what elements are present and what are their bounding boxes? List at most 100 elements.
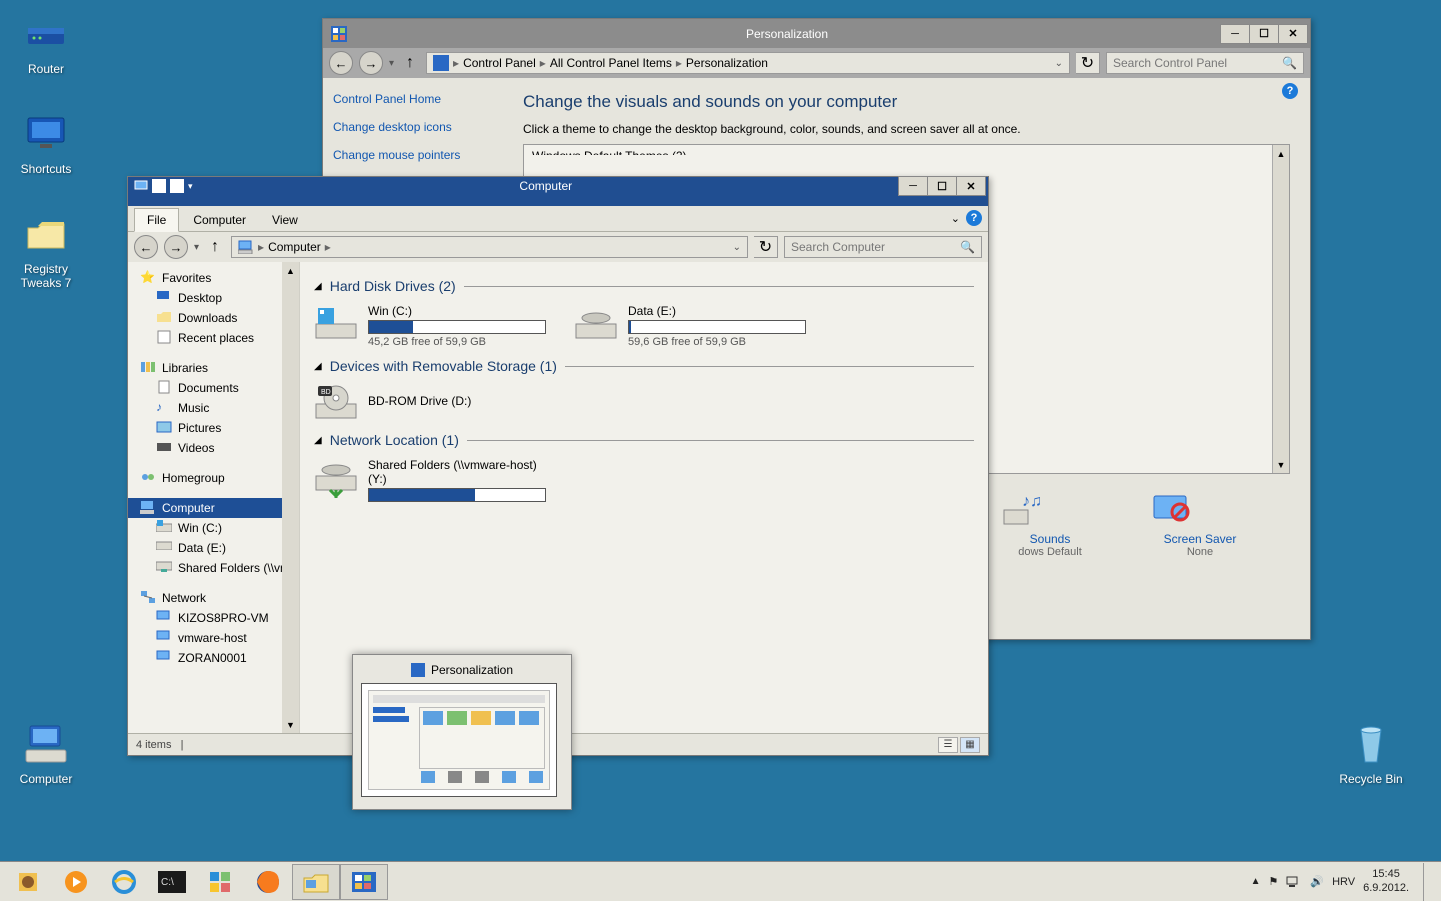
tray-action-center-icon[interactable]: ⚑ xyxy=(1269,875,1279,888)
forward-button[interactable]: → xyxy=(164,235,188,259)
taskbar-personalization[interactable] xyxy=(340,864,388,900)
desktop-icon-label: Shortcuts xyxy=(6,162,86,176)
breadcrumb[interactable]: Personalization xyxy=(686,56,768,70)
search-input[interactable]: Search Control Panel 🔍 xyxy=(1106,52,1304,74)
folder-icon xyxy=(156,310,172,326)
view-details-button[interactable]: ☰ xyxy=(938,737,958,753)
view-tiles-button[interactable]: ▦ xyxy=(960,737,980,753)
close-button[interactable]: ✕ xyxy=(956,176,986,196)
scroll-down-icon[interactable]: ▼ xyxy=(282,716,299,733)
qat-dropdown-icon[interactable]: ▾ xyxy=(188,181,193,192)
titlebar[interactable]: Personalization ─ ☐ ✕ xyxy=(323,19,1310,48)
tray-network-icon[interactable] xyxy=(1286,875,1302,889)
preview-thumbnail[interactable] xyxy=(361,683,557,797)
up-button[interactable]: ↑ xyxy=(205,237,225,257)
show-desktop-button[interactable] xyxy=(1423,863,1431,901)
tray-clock[interactable]: 15:45 6.9.2012. xyxy=(1363,868,1409,894)
tray-language[interactable]: HRV xyxy=(1332,876,1355,888)
refresh-button[interactable]: ↻ xyxy=(754,236,778,258)
tree-drive-e[interactable]: Data (E:) xyxy=(128,538,299,558)
drive-free-text: 45,2 GB free of 59,9 GB xyxy=(368,336,546,348)
scroll-up-icon[interactable]: ▲ xyxy=(1273,145,1289,162)
group-header-removable[interactable]: ◢ Devices with Removable Storage (1) xyxy=(314,358,974,374)
desktop-icon-recycle-bin[interactable]: Recycle Bin xyxy=(1331,720,1411,786)
refresh-button[interactable]: ↻ xyxy=(1076,52,1100,74)
close-button[interactable]: ✕ xyxy=(1278,24,1308,44)
breadcrumb-bar[interactable]: ▸ Control Panel ▸ All Control Panel Item… xyxy=(426,52,1070,74)
help-icon[interactable]: ? xyxy=(966,210,982,226)
sounds-option[interactable]: ♪♫ Sounds dows Default xyxy=(1000,492,1100,558)
up-button[interactable]: ↑ xyxy=(400,53,420,73)
tree-homegroup[interactable]: Homegroup xyxy=(128,468,299,488)
tree-favorites[interactable]: ⭐Favorites xyxy=(128,268,299,288)
screensaver-option[interactable]: Screen Saver None xyxy=(1150,492,1250,558)
link-change-mouse-pointers[interactable]: Change mouse pointers xyxy=(333,148,493,162)
back-button[interactable]: ← xyxy=(134,235,158,259)
scrollbar[interactable]: ▲ ▼ xyxy=(1272,145,1289,473)
tree-network[interactable]: Network xyxy=(128,588,299,608)
breadcrumb-bar[interactable]: ▸ Computer ▸ ⌄ xyxy=(231,236,748,258)
breadcrumb[interactable]: All Control Panel Items xyxy=(550,56,672,70)
group-header-network[interactable]: ◢ Network Location (1) xyxy=(314,432,974,448)
collapse-icon[interactable]: ◢ xyxy=(314,281,322,292)
group-header-hdd[interactable]: ◢ Hard Disk Drives (2) xyxy=(314,278,974,294)
desktop-icon-registry-tweaks[interactable]: Registry Tweaks 7 xyxy=(6,210,86,290)
tray-volume-icon[interactable]: 🔊 xyxy=(1310,875,1324,888)
tab-computer[interactable]: Computer xyxy=(181,209,258,231)
tree-videos[interactable]: Videos xyxy=(128,438,299,458)
minimize-button[interactable]: ─ xyxy=(1220,24,1250,44)
link-change-desktop-icons[interactable]: Change desktop icons xyxy=(333,120,493,134)
maximize-button[interactable]: ☐ xyxy=(927,176,957,196)
tree-documents[interactable]: Documents xyxy=(128,378,299,398)
taskbar-cmd[interactable]: C:\ xyxy=(148,864,196,900)
computer-icon xyxy=(22,720,70,768)
tree-downloads[interactable]: Downloads xyxy=(128,308,299,328)
taskbar-app1[interactable] xyxy=(196,864,244,900)
scroll-up-icon[interactable]: ▲ xyxy=(282,262,299,279)
desktop-icon-shortcuts[interactable]: Shortcuts xyxy=(6,110,86,176)
drive-bdrom[interactable]: BD BD-ROM Drive (D:) xyxy=(314,384,554,422)
tree-network-host[interactable]: ZORAN0001 xyxy=(128,648,299,668)
scroll-down-icon[interactable]: ▼ xyxy=(1273,456,1289,473)
tree-libraries[interactable]: Libraries xyxy=(128,358,299,378)
drive-network-y[interactable]: Shared Folders (\\vmware-host) (Y:) xyxy=(314,458,554,504)
personalization-icon xyxy=(411,663,425,677)
desktop-icon-computer[interactable]: Computer xyxy=(6,720,86,786)
tree-pictures[interactable]: Pictures xyxy=(128,418,299,438)
maximize-button[interactable]: ☐ xyxy=(1249,24,1279,44)
drive-c[interactable]: Win (C:) 45,2 GB free of 59,9 GB xyxy=(314,304,554,348)
breadcrumb[interactable]: Control Panel xyxy=(463,56,536,70)
tab-view[interactable]: View xyxy=(260,209,310,231)
tree-shared-folders[interactable]: Shared Folders (\\vmwa xyxy=(128,558,299,578)
ribbon-expand-icon[interactable]: ⌄ xyxy=(951,212,960,225)
tab-file[interactable]: File xyxy=(134,208,179,232)
breadcrumb[interactable]: Computer xyxy=(268,240,321,254)
back-button[interactable]: ← xyxy=(329,51,353,75)
scrollbar[interactable]: ▲ ▼ xyxy=(282,262,299,733)
collapse-icon[interactable]: ◢ xyxy=(314,361,322,372)
search-input[interactable]: Search Computer 🔍 xyxy=(784,236,982,258)
taskbar-firefox[interactable] xyxy=(244,864,292,900)
qat-item[interactable] xyxy=(170,179,184,193)
tray-show-hidden-icon[interactable]: ▲ xyxy=(1251,876,1261,887)
tree-network-host[interactable]: KIZOS8PRO-VM xyxy=(128,608,299,628)
tree-network-host[interactable]: vmware-host xyxy=(128,628,299,648)
collapse-icon[interactable]: ◢ xyxy=(314,435,322,446)
drive-e[interactable]: Data (E:) 59,6 GB free of 59,9 GB xyxy=(574,304,814,348)
tree-recent[interactable]: Recent places xyxy=(128,328,299,348)
tree-desktop[interactable]: Desktop xyxy=(128,288,299,308)
taskbar-thumbnail-preview[interactable]: Personalization xyxy=(352,654,572,810)
taskbar-explorer[interactable] xyxy=(292,864,340,900)
taskbar-media-player[interactable] xyxy=(52,864,100,900)
taskbar-ie[interactable] xyxy=(100,864,148,900)
forward-button[interactable]: → xyxy=(359,51,383,75)
qat-item[interactable] xyxy=(152,179,166,193)
tree-music[interactable]: ♪Music xyxy=(128,398,299,418)
tree-computer[interactable]: Computer xyxy=(128,498,299,518)
desktop-icon-label: Computer xyxy=(6,772,86,786)
tree-drive-c[interactable]: Win (C:) xyxy=(128,518,299,538)
taskbar-start-hint[interactable] xyxy=(4,864,52,900)
minimize-button[interactable]: ─ xyxy=(898,176,928,196)
link-control-panel-home[interactable]: Control Panel Home xyxy=(333,92,493,106)
desktop-icon-router[interactable]: Router xyxy=(6,10,86,76)
